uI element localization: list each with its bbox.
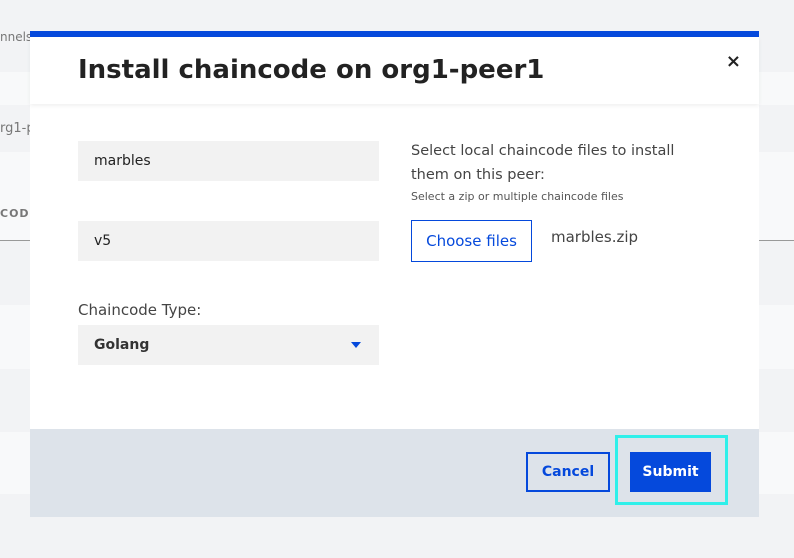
- chaincode-type-label: Chaincode Type:: [78, 301, 202, 319]
- modal-header: Install chaincode on org1-peer1 ×: [30, 37, 759, 104]
- bg-breadcrumb: nnels: [0, 30, 33, 44]
- selected-file-name: marbles.zip: [551, 228, 639, 246]
- files-hint: Select a zip or multiple chaincode files: [411, 190, 624, 203]
- chaincode-version-input[interactable]: [78, 221, 379, 261]
- chaincode-type-select[interactable]: Golang: [78, 325, 379, 365]
- modal-title: Install chaincode on org1-peer1: [78, 55, 545, 85]
- files-heading: Select local chaincode files to install …: [411, 143, 675, 183]
- chaincode-type-value: Golang: [94, 337, 150, 353]
- caret-down-icon: [351, 342, 361, 348]
- cancel-button[interactable]: Cancel: [526, 452, 610, 492]
- choose-files-button[interactable]: Choose files: [411, 220, 532, 262]
- modal-footer: Cancel Submit: [30, 429, 759, 517]
- chaincode-name-input[interactable]: [78, 141, 379, 181]
- submit-button[interactable]: Submit: [630, 452, 711, 492]
- close-icon[interactable]: ×: [726, 51, 741, 72]
- install-chaincode-modal: Install chaincode on org1-peer1 × Chainc…: [30, 31, 759, 517]
